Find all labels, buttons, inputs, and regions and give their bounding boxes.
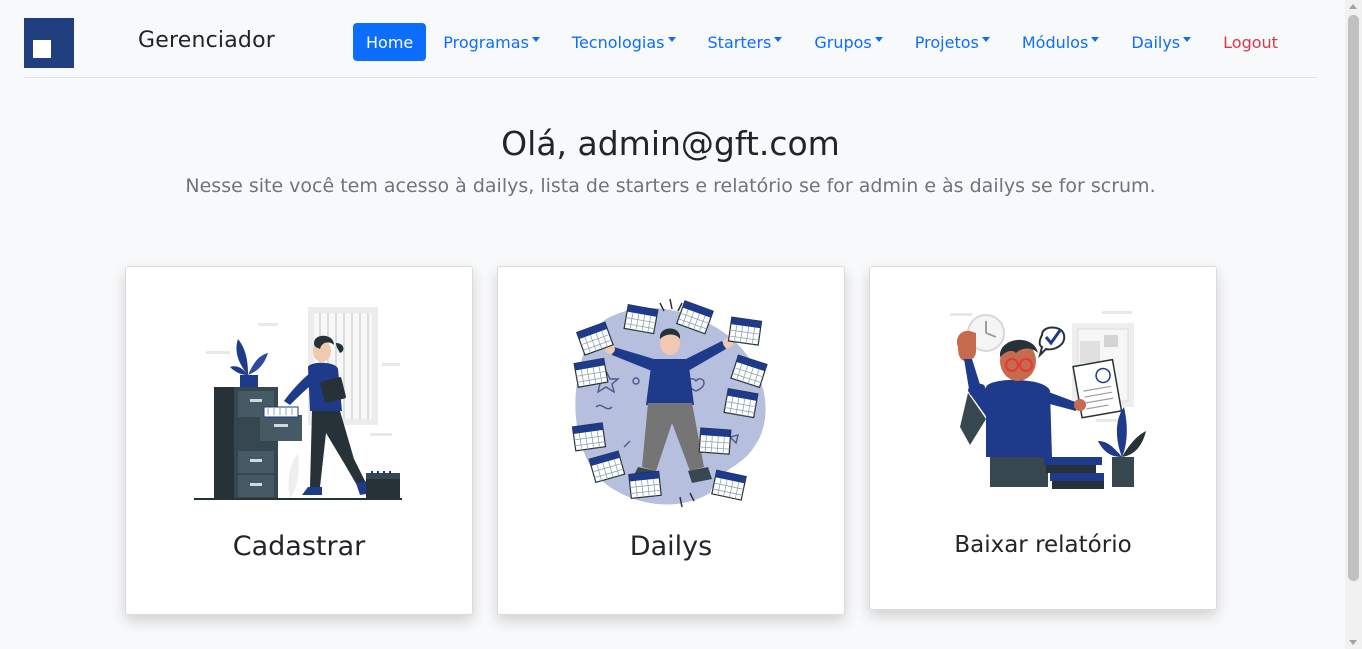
- navbar: Gerenciador Home Programas Tecnologias S…: [24, 0, 1317, 78]
- calendar-icon: [575, 321, 614, 356]
- logo[interactable]: [24, 18, 74, 68]
- card-dailys-title: Dailys: [629, 531, 713, 562]
- nav-starters-label: Starters: [707, 32, 772, 52]
- nav-menu: Home Programas Tecnologias Starters Grup…: [353, 23, 1294, 61]
- nav-starters[interactable]: Starters: [692, 23, 799, 61]
- chevron-down-icon: [981, 37, 990, 42]
- nav-tecnologias-label: Tecnologias: [571, 32, 665, 52]
- nav-dailys[interactable]: Dailys: [1115, 23, 1207, 61]
- calendar-icon: [727, 316, 763, 346]
- logo-square: [33, 40, 51, 58]
- chevron-down-icon: [531, 37, 540, 42]
- card-baixar-relatorio[interactable]: Baixar relatório: [869, 266, 1217, 610]
- calendar-icon: [623, 304, 659, 335]
- nav-modulos-label: Módulos: [1021, 32, 1089, 52]
- calendar-icons: [571, 300, 768, 501]
- nav-home[interactable]: Home: [353, 23, 427, 61]
- report-illustration-icon: [950, 311, 1146, 489]
- card-cadastrar[interactable]: Cadastrar: [125, 266, 473, 615]
- card-baixar-relatorio-title: Baixar relatório: [954, 532, 1132, 558]
- welcome-title: Olá, admin@gft.com: [501, 124, 840, 163]
- page-scrollbar[interactable]: [1345, 0, 1362, 649]
- nav-programas[interactable]: Programas: [427, 23, 556, 61]
- calendar-icon: [628, 470, 662, 500]
- nav-modulos[interactable]: Módulos: [1006, 23, 1115, 61]
- chevron-down-icon: [1183, 37, 1192, 42]
- filing-cabinet-illustration-icon: [194, 307, 402, 500]
- scrollbar-thumb[interactable]: [1348, 15, 1359, 581]
- nav-dailys-label: Dailys: [1131, 32, 1181, 52]
- nav-home-label: Home: [366, 32, 414, 52]
- scroll-down-arrow-icon[interactable]: [1349, 640, 1357, 645]
- calendar-icon: [675, 300, 714, 335]
- nav-projetos[interactable]: Projetos: [899, 23, 1006, 61]
- scroll-up-arrow-icon[interactable]: [1349, 4, 1357, 9]
- calendar-icon: [730, 354, 768, 389]
- chevron-down-icon: [667, 37, 676, 42]
- nav-grupos[interactable]: Grupos: [798, 23, 898, 61]
- chevron-down-icon: [774, 37, 783, 42]
- nav-projetos-label: Projetos: [914, 32, 979, 52]
- brand-name[interactable]: Gerenciador: [138, 28, 275, 53]
- calendar-icon: [571, 422, 607, 452]
- calendar-icon: [698, 427, 732, 455]
- logout-link[interactable]: Logout: [1207, 23, 1294, 61]
- welcome-subtitle: Nesse site você tem acesso à dailys, lis…: [185, 175, 1156, 197]
- card-cadastrar-title: Cadastrar: [232, 531, 366, 562]
- calendar-icon: [711, 469, 747, 501]
- calendar-icon: [723, 388, 759, 419]
- nav-tecnologias[interactable]: Tecnologias: [556, 23, 692, 61]
- nav-grupos-label: Grupos: [814, 32, 872, 52]
- nav-programas-label: Programas: [443, 32, 529, 52]
- calendar-icon: [573, 357, 609, 388]
- chevron-down-icon: [874, 37, 883, 42]
- chevron-down-icon: [1091, 37, 1100, 42]
- calendar-icon: [588, 450, 626, 484]
- card-dailys[interactable]: Dailys: [497, 266, 845, 615]
